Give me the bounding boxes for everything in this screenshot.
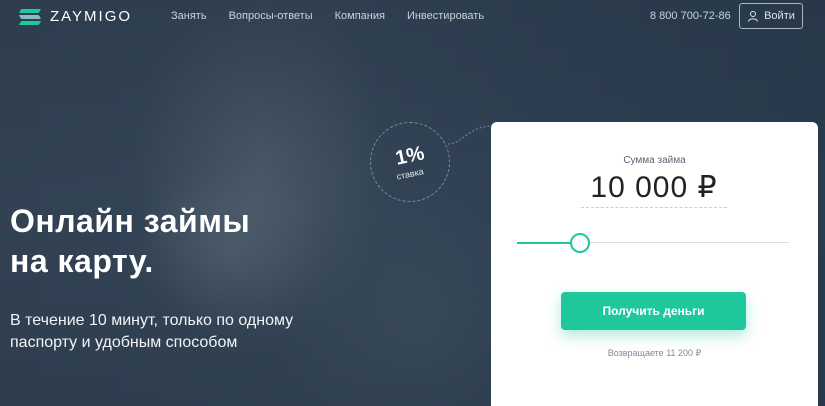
login-button[interactable]: Войти: [739, 3, 803, 29]
subtext-line-2: паспорту и удобным способом: [10, 334, 238, 351]
loan-calculator-card: Сумма займа 10 000 ₽ Получить деньги Воз…: [491, 122, 818, 406]
repay-amount-text: Возвращаете 11 200 ₽: [607, 348, 702, 358]
hero-subtext: В течение 10 минут, только по одному пас…: [10, 310, 350, 354]
get-money-button[interactable]: Получить деньги: [561, 292, 746, 330]
headline-line-1: Онлайн займы: [10, 203, 251, 239]
rate-badge: 1% ставка: [370, 122, 450, 202]
logo-icon: [18, 8, 42, 25]
user-icon: [748, 11, 759, 22]
login-label: Войти: [764, 10, 795, 22]
logo-text: ZAYMIGO: [50, 8, 133, 25]
subtext-line-1: В течение 10 минут, только по одному: [10, 312, 294, 329]
hero-headline: Онлайн займы на карту.: [10, 201, 330, 281]
loan-amount-value[interactable]: 10 000 ₽: [581, 170, 727, 208]
phone-number[interactable]: 8 800 700-72-86: [650, 10, 731, 22]
nav-item-invest[interactable]: Инвестировать: [407, 10, 484, 22]
nav-item-borrow[interactable]: Занять: [171, 10, 207, 22]
headline-line-2: на карту.: [10, 243, 154, 279]
loan-amount-label: Сумма займа: [623, 155, 686, 166]
main-nav: Занять Вопросы-ответы Компания Инвестиро…: [171, 10, 506, 22]
nav-item-faq[interactable]: Вопросы-ответы: [229, 10, 313, 22]
site-header: ZAYMIGO Занять Вопросы-ответы Компания И…: [0, 0, 825, 34]
loan-amount-slider[interactable]: [517, 232, 789, 254]
slider-handle[interactable]: [569, 233, 590, 253]
nav-item-company[interactable]: Компания: [335, 10, 385, 22]
logo[interactable]: ZAYMIGO: [18, 8, 133, 25]
